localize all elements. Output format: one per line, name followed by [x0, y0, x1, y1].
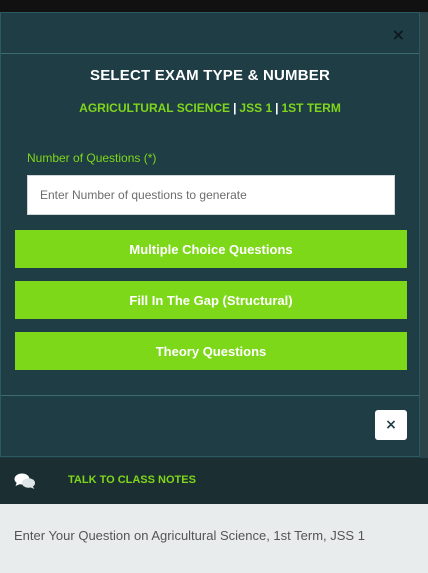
talk-to-class-notes-link[interactable]: TALK TO CLASS NOTES: [68, 474, 196, 486]
fill-in-gap-button[interactable]: Fill In The Gap (Structural): [15, 281, 407, 319]
close-icon: ×: [385, 417, 397, 433]
modal-subtitle: AGRICULTURAL SCIENCE | JSS 1 | 1ST TERM: [1, 101, 419, 115]
header-divider: [1, 53, 419, 54]
close-button[interactable]: ×: [375, 410, 407, 440]
class-label: JSS 1: [239, 101, 273, 115]
number-of-questions-input[interactable]: [27, 175, 395, 215]
number-of-questions-label: Number of Questions (*): [27, 151, 157, 165]
chat-bar: TALK TO CLASS NOTES: [0, 458, 428, 504]
subject-label: AGRICULTURAL SCIENCE: [79, 101, 231, 115]
page-top-bar: [0, 0, 428, 12]
theory-questions-button[interactable]: Theory Questions: [15, 332, 407, 370]
question-input-area[interactable]: Enter Your Question on Agricultural Scie…: [0, 504, 428, 573]
question-input-placeholder: Enter Your Question on Agricultural Scie…: [14, 528, 365, 543]
modal-title: SELECT EXAM TYPE & NUMBER: [89, 67, 331, 84]
term-label: 1ST TERM: [281, 101, 341, 115]
footer-divider: [1, 395, 419, 396]
chat-bubbles-icon[interactable]: [14, 472, 36, 490]
exam-type-modal: × SELECT EXAM TYPE & NUMBER AGRICULTURAL…: [0, 12, 420, 457]
modal-close-icon[interactable]: ×: [392, 25, 405, 44]
multiple-choice-button[interactable]: Multiple Choice Questions: [15, 230, 407, 268]
page-backdrop: [420, 12, 428, 462]
